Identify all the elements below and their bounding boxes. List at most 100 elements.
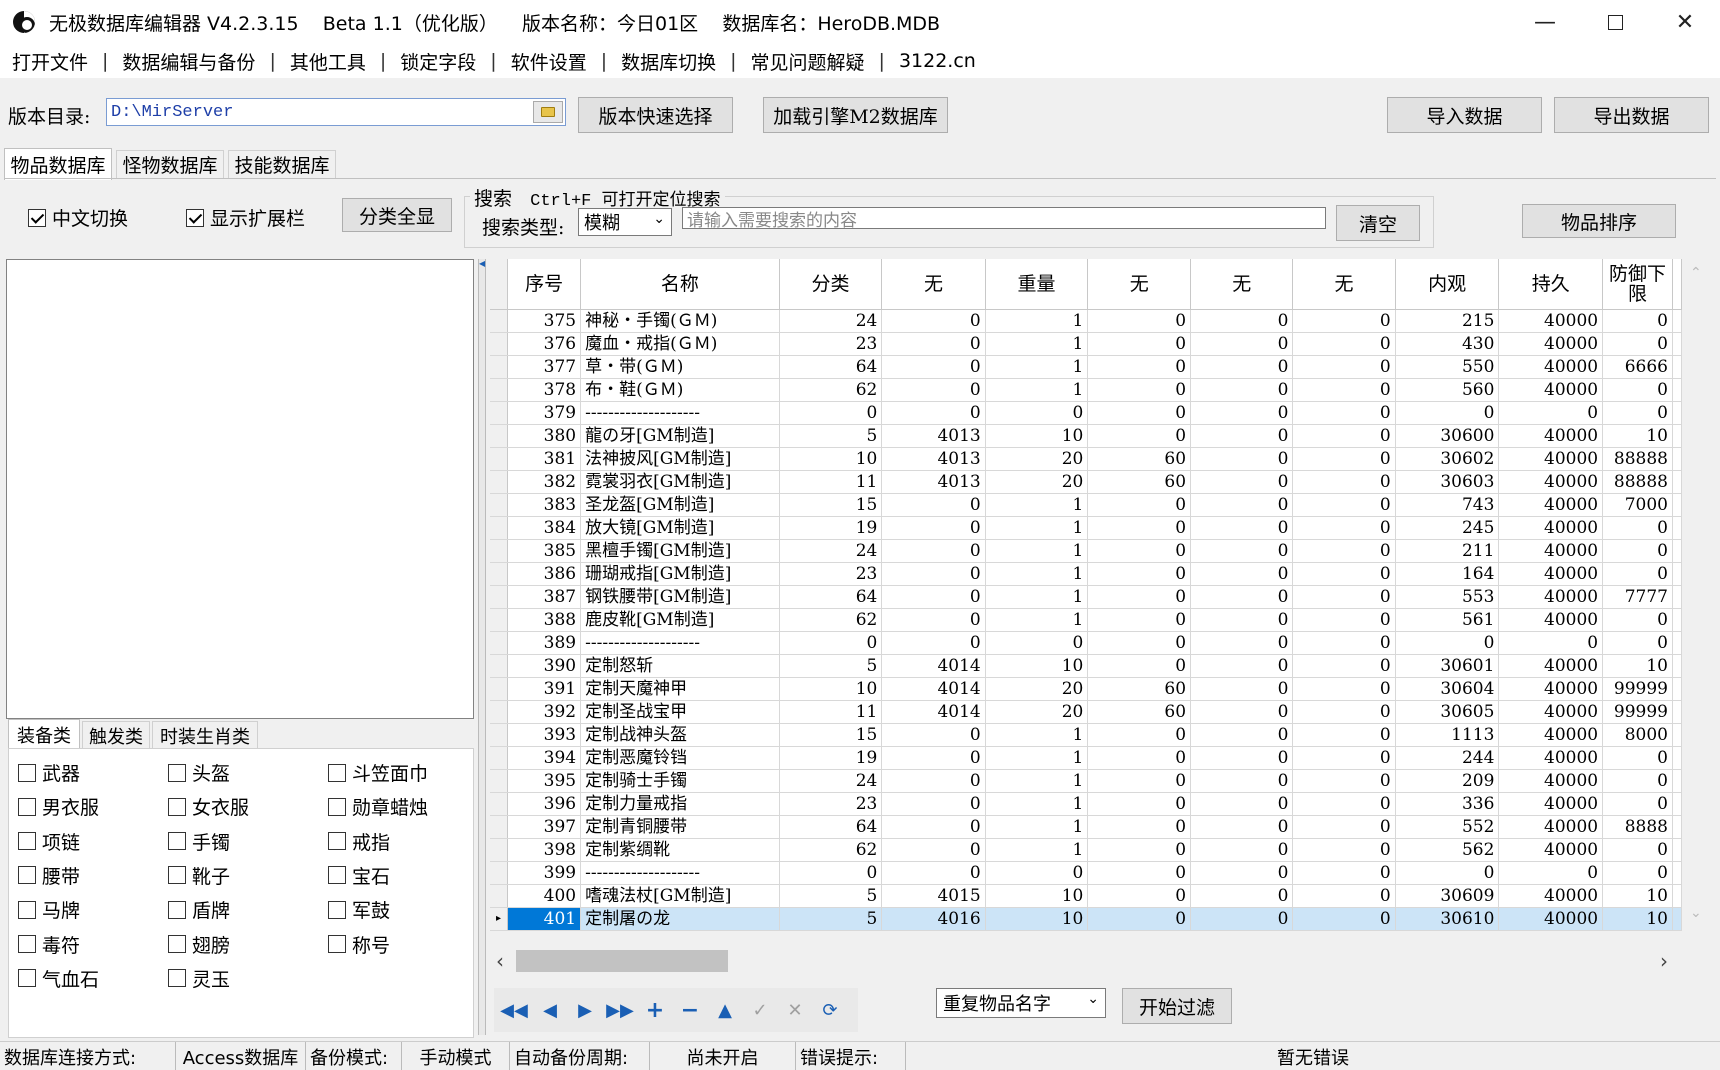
- table-row[interactable]: 378 布・鞋(ＧＭ) 62 0 1 0 0 0 560 40000 0: [490, 378, 1682, 402]
- table-cell[interactable]: 珊瑚戒指[GM制造]: [580, 562, 780, 586]
- row-indicator[interactable]: [490, 861, 509, 885]
- table-cell[interactable]: 550: [1395, 355, 1500, 379]
- table-cell[interactable]: 382: [507, 470, 582, 494]
- table-row[interactable]: 397 定制青铜腰带 64 0 1 0 0 0 552 40000 8888: [490, 815, 1682, 839]
- table-cell[interactable]: 381: [507, 447, 582, 471]
- table-cell[interactable]: 0: [1087, 884, 1192, 908]
- table-cell[interactable]: 0: [1190, 861, 1294, 885]
- table-cell[interactable]: 40000: [1498, 608, 1604, 632]
- table-cell[interactable]: 0: [1395, 861, 1500, 885]
- row-indicator[interactable]: [490, 562, 509, 586]
- table-cell[interactable]: 20: [985, 447, 1089, 471]
- table-cell[interactable]: 0: [1292, 309, 1396, 333]
- row-indicator[interactable]: [490, 884, 509, 908]
- scroll-down-icon[interactable]: ⌄: [1690, 905, 1702, 921]
- table-cell[interactable]: 0: [1087, 861, 1192, 885]
- table-cell[interactable]: 10: [1602, 907, 1673, 931]
- table-cell[interactable]: 215: [1395, 309, 1500, 333]
- menu-edit-backup[interactable]: 数据编辑与备份: [118, 48, 259, 75]
- table-cell[interactable]: 30605: [1395, 700, 1500, 724]
- table-cell[interactable]: 0: [881, 746, 986, 770]
- table-cell[interactable]: 0: [1087, 562, 1192, 586]
- table-cell[interactable]: 0: [1190, 447, 1294, 471]
- table-cell[interactable]: 62: [779, 378, 883, 402]
- table-cell[interactable]: 40000: [1498, 700, 1604, 724]
- table-cell[interactable]: 0: [1190, 769, 1294, 793]
- table-cell[interactable]: 0: [1190, 562, 1294, 586]
- table-cell[interactable]: 神秘・手镯(ＧＭ): [580, 309, 780, 333]
- table-cell[interactable]: 0: [1190, 516, 1294, 540]
- category-checkbox[interactable]: 气血石: [18, 965, 99, 992]
- category-checkbox[interactable]: 称号: [328, 931, 390, 958]
- table-cell[interactable]: 0: [1087, 907, 1192, 931]
- table-cell[interactable]: 395: [507, 769, 582, 793]
- table-cell[interactable]: 743: [1395, 493, 1500, 517]
- table-cell[interactable]: 40000: [1498, 493, 1604, 517]
- table-cell[interactable]: 0: [1190, 539, 1294, 563]
- table-cell[interactable]: 0: [1190, 608, 1294, 632]
- table-cell[interactable]: 24: [779, 309, 883, 333]
- table-cell[interactable]: 0: [1190, 401, 1294, 425]
- category-checkbox[interactable]: 腰带: [18, 862, 80, 889]
- category-checkbox[interactable]: 项链: [18, 828, 80, 855]
- insert-icon[interactable]: +: [641, 996, 669, 1024]
- row-indicator[interactable]: [490, 723, 509, 747]
- row-indicator[interactable]: [490, 516, 509, 540]
- table-cell[interactable]: 0: [881, 378, 986, 402]
- table-cell[interactable]: 0: [1292, 815, 1396, 839]
- table-cell[interactable]: 0: [1087, 746, 1192, 770]
- table-row[interactable]: 383 圣龙盔[GM制造] 15 0 1 0 0 0 743 40000 7000: [490, 493, 1682, 517]
- refresh-icon[interactable]: ⟳: [816, 996, 844, 1024]
- table-cell[interactable]: 30604: [1395, 677, 1500, 701]
- table-cell[interactable]: 定制紫绸靴: [580, 838, 780, 862]
- table-cell[interactable]: 5: [779, 884, 883, 908]
- table-cell[interactable]: 378: [507, 378, 582, 402]
- table-cell[interactable]: 8000: [1602, 723, 1673, 747]
- table-cell[interactable]: 0: [1498, 861, 1604, 885]
- category-checkbox[interactable]: 靴子: [168, 862, 230, 889]
- scroll-thumb[interactable]: [516, 950, 728, 972]
- table-cell[interactable]: 定制天魔神甲: [580, 677, 780, 701]
- table-cell[interactable]: 0: [1087, 424, 1192, 448]
- table-cell[interactable]: 40000: [1498, 585, 1604, 609]
- table-cell[interactable]: 164: [1395, 562, 1500, 586]
- row-indicator[interactable]: [490, 539, 509, 563]
- table-cell[interactable]: 0: [1292, 355, 1396, 379]
- table-cell[interactable]: 30602: [1395, 447, 1500, 471]
- table-cell[interactable]: 0: [1602, 562, 1673, 586]
- table-cell[interactable]: 0: [1395, 401, 1500, 425]
- table-cell[interactable]: 0: [1190, 631, 1294, 655]
- table-cell[interactable]: 0: [1190, 378, 1294, 402]
- table-cell[interactable]: 放大镜[GM制造]: [580, 516, 780, 540]
- table-cell[interactable]: 龍の牙[GM制造]: [580, 424, 780, 448]
- row-indicator[interactable]: [490, 355, 509, 379]
- table-cell[interactable]: 0: [881, 493, 986, 517]
- table-cell[interactable]: 0: [1292, 654, 1396, 678]
- table-cell[interactable]: 11: [779, 700, 883, 724]
- table-cell[interactable]: 15: [779, 723, 883, 747]
- table-cell[interactable]: 0: [1498, 401, 1604, 425]
- table-cell[interactable]: 19: [779, 746, 883, 770]
- search-type-select[interactable]: 模糊 ⌄: [578, 208, 672, 236]
- table-cell[interactable]: 10: [985, 424, 1089, 448]
- table-cell[interactable]: 1: [985, 585, 1089, 609]
- table-cell[interactable]: 20: [985, 700, 1089, 724]
- row-indicator[interactable]: [490, 585, 509, 609]
- row-indicator[interactable]: [490, 470, 509, 494]
- table-cell[interactable]: 88888: [1602, 447, 1673, 471]
- table-cell[interactable]: 0: [1602, 746, 1673, 770]
- table-cell[interactable]: 15: [779, 493, 883, 517]
- cancel-icon[interactable]: ✕: [781, 996, 809, 1024]
- category-checkbox[interactable]: 武器: [18, 759, 80, 786]
- column-header[interactable]: 序号: [507, 259, 582, 310]
- table-cell[interactable]: 40000: [1498, 447, 1604, 471]
- table-cell[interactable]: 389: [507, 631, 582, 655]
- table-cell[interactable]: 4014: [881, 654, 986, 678]
- table-cell[interactable]: 401: [507, 907, 582, 931]
- import-button[interactable]: 导入数据: [1387, 97, 1542, 133]
- table-cell[interactable]: 0: [881, 562, 986, 586]
- table-cell[interactable]: 0: [1087, 792, 1192, 816]
- sort-items-button[interactable]: 物品排序: [1522, 204, 1676, 238]
- table-cell[interactable]: 380: [507, 424, 582, 448]
- column-header[interactable]: 内观: [1395, 259, 1500, 310]
